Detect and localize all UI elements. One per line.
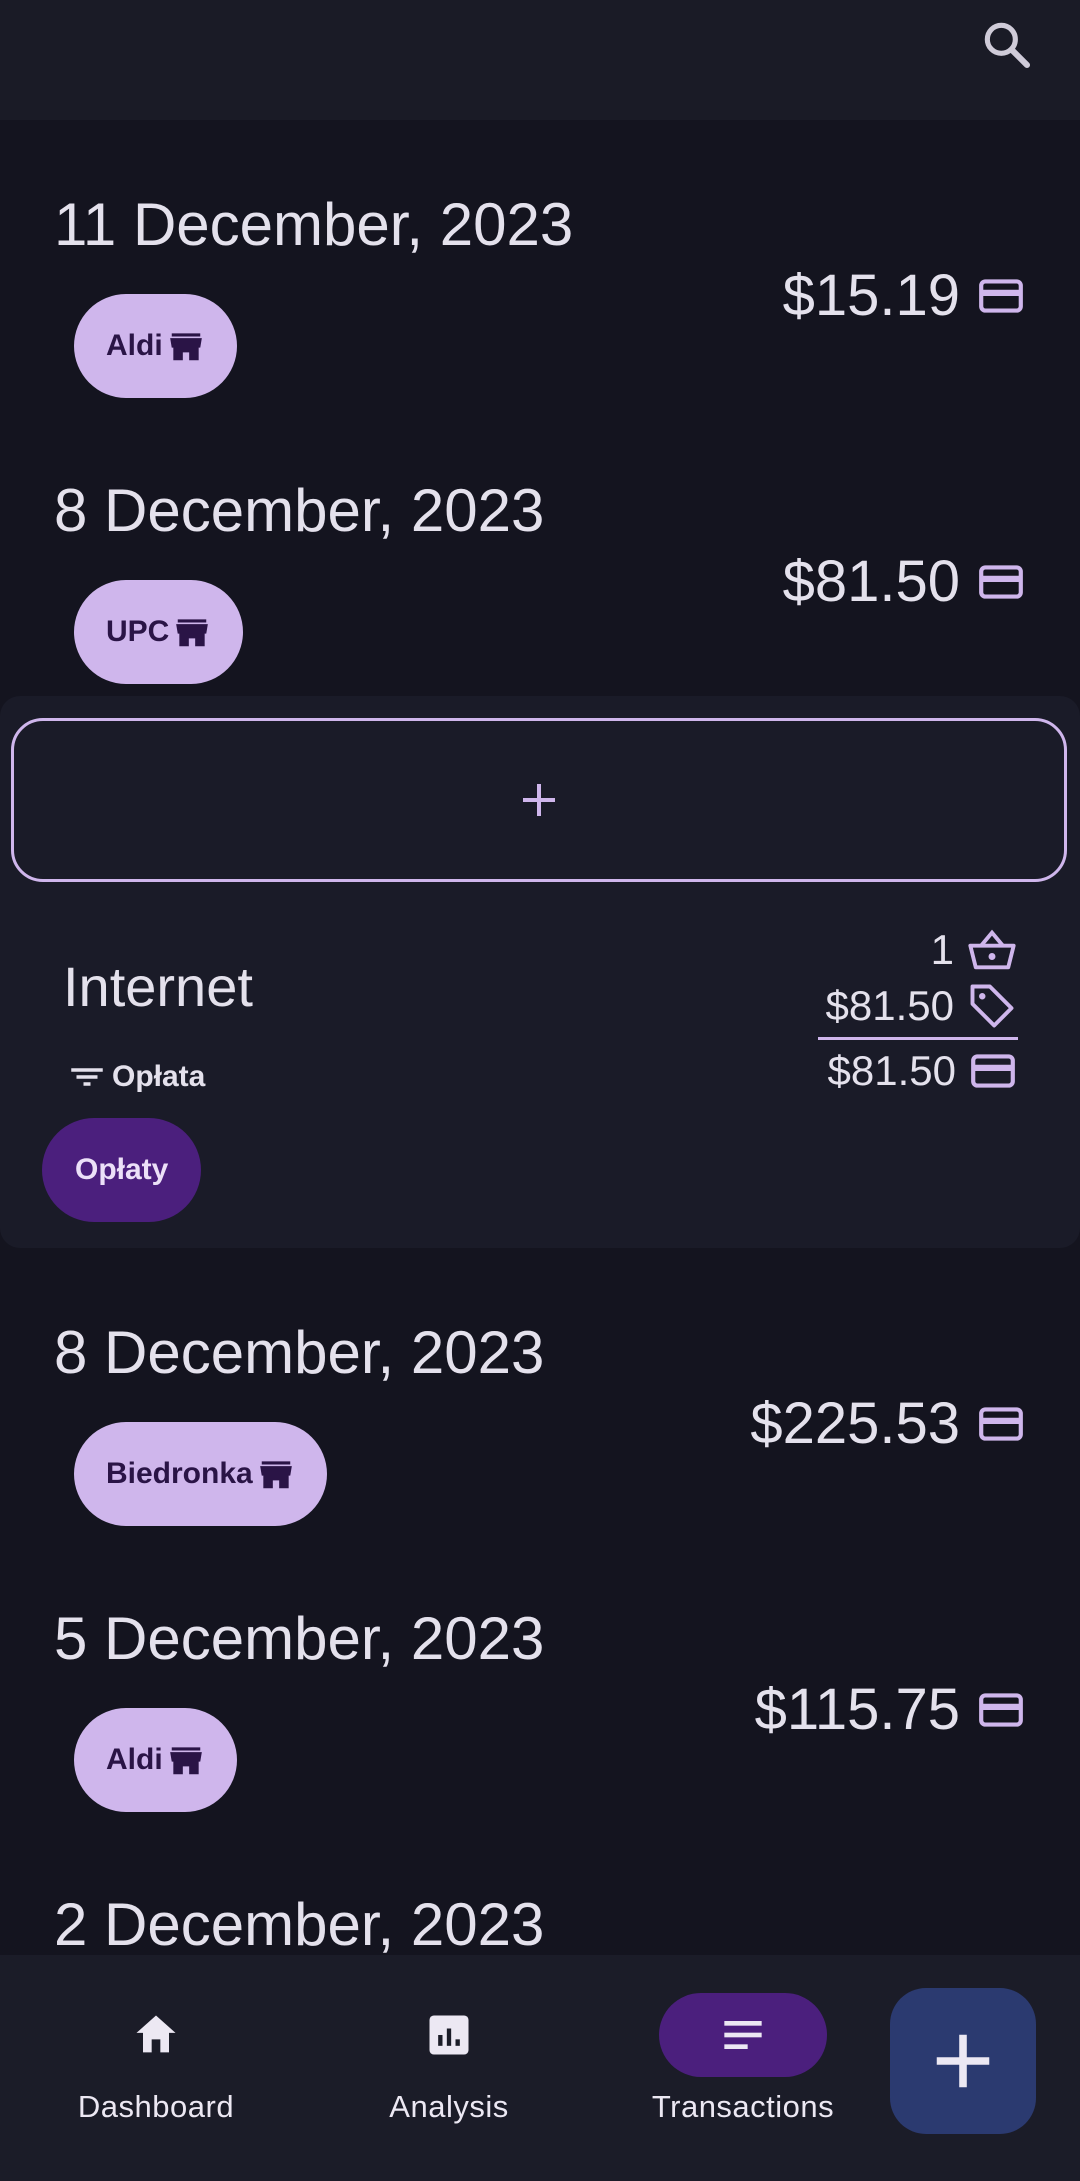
transaction-row[interactable]: 8 December, 2023 UPC $81.50: [0, 406, 1080, 692]
credit-card-icon: [976, 1399, 1026, 1449]
basket-icon: [966, 924, 1018, 976]
transaction-amount: $15.19: [783, 262, 1026, 329]
shop-chip[interactable]: Aldi: [74, 1708, 237, 1812]
shop-label: Aldi: [106, 329, 163, 362]
transaction-date: 8 December, 2023: [54, 1319, 545, 1386]
transaction-row[interactable]: 11 December, 2023 Aldi $15.19: [0, 120, 1080, 406]
transaction-date: 5 December, 2023: [54, 1605, 545, 1672]
transaction-date: 2 December, 2023: [54, 1891, 545, 1958]
shop-label: UPC: [106, 615, 170, 648]
shop-chip[interactable]: UPC: [74, 580, 244, 684]
nav-label: Analysis: [389, 2089, 509, 2124]
transaction-amount: $81.50: [783, 548, 1026, 615]
item-unit-price: $81.50: [826, 980, 1018, 1032]
item-quantity: 1: [931, 924, 1018, 976]
nav-label: Dashboard: [77, 2089, 235, 2124]
transaction-row[interactable]: 8 December, 2023 Biedronka $225.53: [0, 1248, 1080, 1534]
plus-icon: [936, 2034, 990, 2088]
nav-transactions[interactable]: Transactions: [633, 1955, 853, 2181]
store-icon: [167, 327, 205, 365]
transaction-date: 11 December, 2023: [54, 191, 574, 258]
item-category-label: Opłata: [112, 1060, 206, 1093]
top-app-bar: [0, 0, 1080, 120]
store-icon: [173, 613, 211, 651]
chart-icon: [429, 2015, 469, 2055]
credit-card-icon: [968, 1046, 1018, 1096]
home-icon: [136, 2015, 176, 2053]
shop-label: Biedronka: [106, 1457, 253, 1490]
price-tag-icon: [966, 980, 1018, 1032]
search-icon: [984, 22, 1031, 69]
filter-icon: [66, 1056, 108, 1098]
transaction-amount: $225.53: [750, 1390, 1026, 1457]
credit-card-icon: [976, 1685, 1026, 1735]
credit-card-icon: [976, 271, 1026, 321]
add-transaction-fab[interactable]: [890, 1988, 1036, 2134]
transaction-date: 8 December, 2023: [54, 477, 545, 544]
search-button[interactable]: [970, 8, 1042, 80]
shop-label: Aldi: [106, 1743, 163, 1776]
store-icon: [257, 1455, 295, 1493]
nav-analysis[interactable]: Analysis: [339, 1955, 559, 2181]
item-tag-chip[interactable]: Opłaty: [42, 1118, 202, 1222]
plus-icon: [523, 784, 555, 816]
transaction-row[interactable]: 5 December, 2023 Aldi $115.75: [0, 1534, 1080, 1820]
shop-chip[interactable]: Aldi: [74, 294, 237, 398]
nav-dashboard[interactable]: Dashboard: [46, 1955, 266, 2181]
store-icon: [167, 1741, 205, 1779]
add-item-button[interactable]: [11, 718, 1067, 882]
transaction-amount: $115.75: [755, 1676, 1026, 1743]
shop-chip[interactable]: Biedronka: [74, 1422, 327, 1526]
item-name: Internet: [63, 955, 253, 1018]
list-icon: [724, 2021, 762, 2049]
item-category: Opłata: [66, 1056, 205, 1098]
nav-label: Transactions: [651, 2089, 835, 2124]
credit-card-icon: [976, 557, 1026, 607]
transaction-items-panel: Internet Opłata Opłaty 1 $81.50 $81.50: [0, 696, 1080, 1248]
price-divider: [818, 1037, 1018, 1040]
item-total: $81.50: [828, 1046, 1018, 1096]
